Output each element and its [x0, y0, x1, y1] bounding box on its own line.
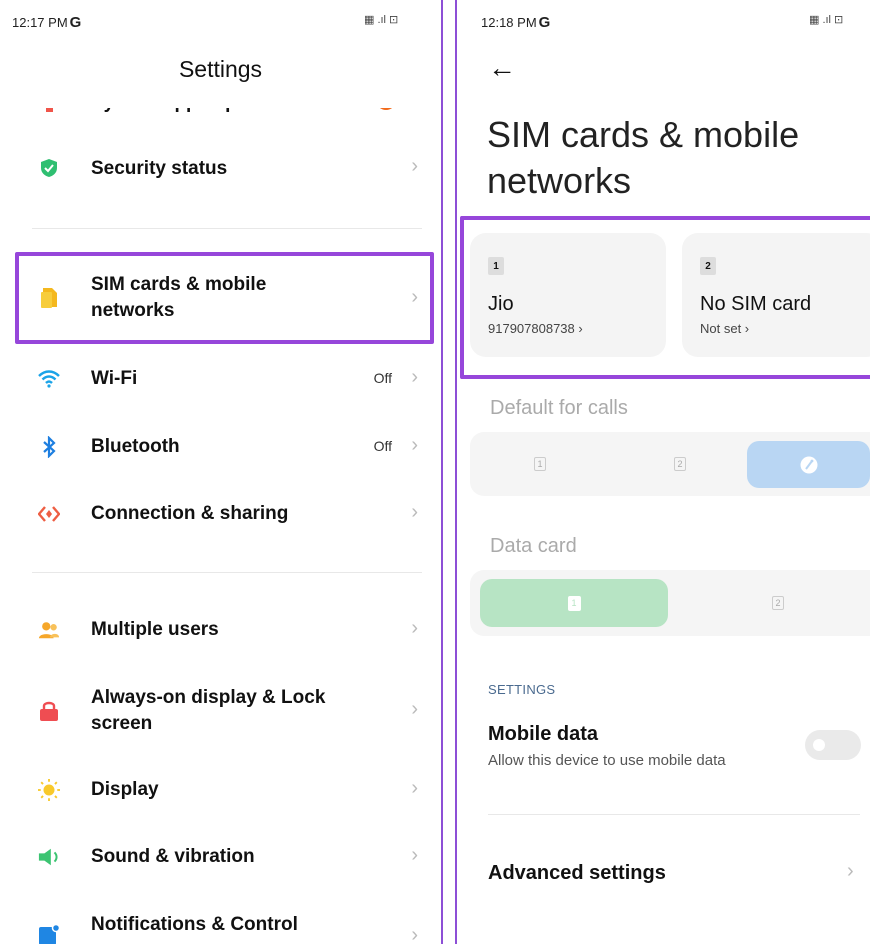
settings-item-label: Security status	[91, 158, 228, 179]
highlight-frame-sim-item	[15, 252, 434, 344]
highlight-frame-sim-cards	[460, 216, 870, 379]
settings-item-sound-vibration[interactable]: Sound & vibration ›	[18, 830, 432, 884]
chevron-right-icon: ›	[411, 617, 418, 639]
back-arrow-icon[interactable]: ←	[488, 52, 516, 84]
settings-section-caption: SETTINGS	[488, 682, 556, 697]
settings-item-label: Connection & sharing	[91, 503, 289, 524]
mobile-data-toggle[interactable]	[805, 730, 861, 760]
section-divider	[32, 228, 422, 229]
settings-item-always-on-display[interactable]: Always-on display & Lock screen ›	[18, 672, 432, 752]
settings-item-label: Bluetooth	[91, 436, 180, 457]
sun-icon	[38, 779, 60, 801]
page-title-overlay: Settings	[178, 56, 263, 82]
settings-item-bluetooth[interactable]: Bluetooth Off ›	[18, 420, 432, 474]
carrier-g-icon: G	[538, 14, 551, 31]
carrier-g-icon: G	[69, 14, 82, 31]
status-icons: ▦ .ıl ⊡	[809, 14, 844, 26]
mobile-data-description: Allow this device to use mobile data	[488, 752, 726, 769]
settings-item-label: Wi-Fi	[91, 368, 138, 389]
settings-item-label: Notifications & Control	[91, 914, 298, 935]
chevron-right-icon: ›	[411, 434, 418, 456]
chevron-right-icon: ›	[411, 366, 418, 388]
settings-item-notifications[interactable]: Notifications & Control ›	[18, 900, 432, 944]
default-calls-label: Default for calls	[490, 397, 628, 419]
settings-item-display[interactable]: Display ›	[18, 763, 432, 817]
status-time: 12:17 PM	[12, 15, 68, 30]
speaker-icon	[38, 846, 60, 868]
wifi-status-value: Off	[373, 370, 392, 386]
page-title: SIM cards & mobile networks	[487, 114, 800, 201]
chevron-right-icon: ›	[411, 844, 418, 866]
section-divider	[488, 814, 860, 815]
status-time: 12:18 PM	[481, 15, 537, 30]
data-option-sim-1[interactable]: 1	[480, 579, 668, 627]
settings-item-label: Display	[91, 779, 159, 800]
users-icon	[38, 619, 60, 641]
lock-icon	[38, 700, 60, 722]
sim-1-chip-icon: 1	[567, 595, 581, 611]
calls-option-sim-2[interactable]: 2	[610, 432, 750, 496]
wifi-icon	[38, 368, 60, 390]
ask-every-time-icon	[800, 456, 817, 473]
advanced-settings-label[interactable]: Advanced settings	[488, 862, 666, 885]
calls-option-sim-1[interactable]: 1	[470, 432, 610, 496]
data-card-label: Data card	[490, 535, 577, 557]
mobile-data-title: Mobile data	[488, 723, 599, 745]
settings-item-connection-sharing[interactable]: Connection & sharing ›	[18, 487, 432, 541]
settings-item-security-status[interactable]: Security status ›	[18, 140, 432, 196]
chevron-right-icon: ›	[411, 698, 418, 720]
status-bar-right: 12:18 PM G	[481, 14, 550, 31]
bluetooth-status-value: Off	[373, 438, 392, 454]
settings-item-multiple-users[interactable]: Multiple users ›	[18, 603, 432, 657]
sim-cards-screen: 12:18 PM G ▦ .ıl ⊡ ← SIM cards & mobile …	[457, 0, 870, 944]
data-card-selector: 1 2	[470, 570, 870, 636]
status-bar-left: 12:17 PM G	[12, 14, 81, 31]
status-icons: ▦ .ıl ⊡	[364, 14, 399, 26]
chevron-right-icon: ›	[847, 860, 854, 882]
settings-item-wifi[interactable]: Wi-Fi Off ›	[18, 352, 432, 406]
chevron-right-icon: ›	[411, 924, 418, 944]
chevron-right-icon: ›	[411, 501, 418, 523]
shield-check-icon	[38, 157, 60, 179]
default-calls-selector: 1 2	[470, 432, 870, 496]
settings-item-label: Multiple users	[91, 619, 219, 640]
chevron-right-icon: ›	[411, 155, 418, 177]
section-divider	[32, 572, 422, 573]
bluetooth-icon	[38, 436, 60, 458]
calls-option-ask-every-time[interactable]	[747, 441, 870, 488]
connection-icon	[38, 503, 60, 525]
panel-divider-left	[441, 0, 443, 944]
settings-screen: 12:17 PM G ▦ .ıl ⊡ Settings System apps …	[0, 0, 441, 944]
data-option-sim-2[interactable]: 2	[698, 570, 858, 636]
settings-item-label: Always-on display & Lock screen	[91, 687, 326, 734]
notification-icon	[38, 924, 60, 944]
chevron-right-icon: ›	[411, 777, 418, 799]
settings-item-label: Sound & vibration	[91, 846, 255, 867]
